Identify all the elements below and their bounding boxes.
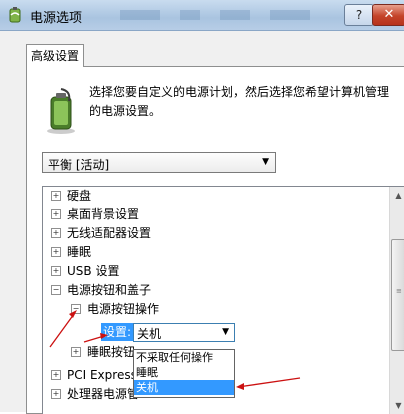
dropdown-option-sleep[interactable]: 睡眠 — [134, 365, 234, 380]
title-bar: 电源选项 ? ✕ — [0, 0, 404, 31]
expand-icon[interactable]: + — [51, 227, 61, 238]
expand-icon[interactable]: + — [71, 346, 81, 357]
grip-icon: ≡ — [396, 287, 402, 295]
close-button[interactable]: ✕ — [372, 4, 404, 26]
tree-item-label: 睡眠 — [67, 245, 92, 259]
expand-icon[interactable]: + — [51, 208, 61, 219]
power-options-icon — [9, 7, 21, 23]
tree-item-label: 电源按钮操作 — [87, 302, 160, 316]
tree-item-desktop-background[interactable]: + 桌面背景设置 — [51, 205, 139, 223]
chevron-down-icon: ▼ — [262, 157, 269, 167]
dropdown-option-shutdown[interactable]: 关机 — [134, 380, 234, 395]
tree-scrollbar[interactable]: ▲ ≡ ▼ — [389, 187, 404, 414]
tree-item-sleep[interactable]: + 睡眠 — [51, 243, 91, 261]
tree-item-usb-settings[interactable]: + USB 设置 — [51, 262, 119, 280]
tree-item-label: USB 设置 — [67, 264, 120, 278]
dropdown-option-do-nothing[interactable]: 不采取任何操作 — [134, 350, 234, 365]
battery-power-icon — [47, 88, 75, 134]
help-button[interactable]: ? — [344, 4, 374, 26]
setting-value: 关机 — [137, 327, 162, 341]
power-plan-select[interactable]: 平衡 [活动] ▼ — [42, 152, 276, 173]
tree-item-label: 桌面背景设置 — [67, 207, 140, 221]
tree-item-sleep-button[interactable]: + 睡眠按钮 — [71, 343, 135, 361]
tab-advanced-settings[interactable]: 高级设置 — [26, 44, 84, 67]
expand-icon[interactable]: + — [51, 190, 61, 201]
tree-item-label: 无线适配器设置 — [67, 226, 152, 240]
tree-item-label: 睡眠按钮 — [87, 345, 136, 359]
collapse-icon[interactable]: − — [51, 284, 61, 295]
power-plan-value: 平衡 [活动] — [48, 158, 110, 172]
title-bar-blurred-background — [120, 10, 310, 20]
tree-item-hard-disk[interactable]: + 硬盘 — [51, 187, 91, 205]
expand-icon[interactable]: + — [51, 265, 61, 276]
tree-item-label: 处理器电源管 — [67, 387, 140, 401]
power-button-action-dropdown[interactable]: 不采取任何操作 睡眠 关机 — [133, 349, 235, 398]
tree-item-pci-express[interactable]: + PCI Express — [51, 366, 137, 384]
instruction-text: 选择您要自定义的电源计划，然后选择您希望计算机管理的电源设置。 — [89, 85, 390, 118]
chevron-down-icon: ▼ — [222, 327, 229, 337]
tree-item-power-buttons-and-lid[interactable]: − 电源按钮和盖子 — [51, 281, 151, 299]
expand-icon[interactable]: + — [51, 388, 61, 399]
collapse-icon[interactable]: − — [71, 303, 81, 314]
expand-icon[interactable]: + — [51, 369, 61, 380]
tree-item-wireless-adapter[interactable]: + 无线适配器设置 — [51, 224, 151, 242]
window-title: 电源选项 — [30, 11, 83, 26]
tree-item-label: PCI Express — [67, 368, 137, 382]
scroll-up-icon[interactable]: ▲ — [390, 187, 404, 204]
setting-label: 设置: — [101, 323, 133, 341]
power-button-action-select[interactable]: 关机 ▼ — [133, 323, 235, 342]
expand-icon[interactable]: + — [51, 246, 61, 257]
tree-item-power-button-action[interactable]: − 电源按钮操作 — [71, 300, 159, 318]
tree-item-label: 电源按钮和盖子 — [67, 283, 152, 297]
scroll-down-icon[interactable]: ▼ — [390, 397, 404, 414]
tree-item-processor-power[interactable]: + 处理器电源管 — [51, 385, 139, 403]
tree-item-label: 硬盘 — [67, 189, 92, 203]
scrollbar-thumb[interactable]: ≡ — [391, 239, 404, 351]
